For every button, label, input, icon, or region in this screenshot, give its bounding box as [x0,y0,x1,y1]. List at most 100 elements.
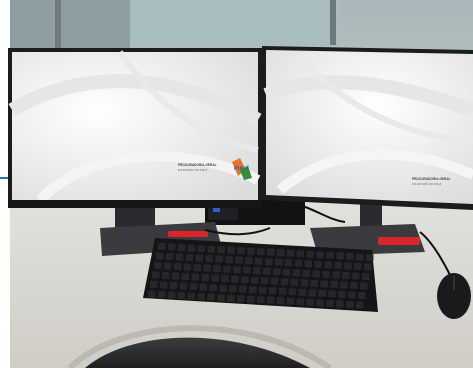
keyboard-key [223,265,231,273]
keyboard-key [209,284,217,292]
keyboard-key [237,247,245,255]
keyboard-key [251,276,259,284]
keyboard-key [288,288,297,296]
keyboard-key [346,301,354,308]
keyboard-key [159,281,168,289]
keyboard-key [199,283,207,291]
keyboard-key [203,264,211,272]
keyboard-key [148,290,156,298]
keyboard-key [213,265,221,273]
keyboard-key [217,294,225,302]
keyboard-key [356,301,364,309]
keyboard-key [225,256,233,264]
left-screen-logo-word: PIAUÍ [234,164,249,172]
keyboard-key [227,246,235,254]
keyboard-key [157,291,166,298]
keyboard-key [342,272,350,279]
keyboard-key [193,264,202,272]
keyboard-key [284,259,293,267]
keyboard-key [150,281,158,288]
keyboard-key [276,297,285,305]
keyboard-key [243,266,251,274]
keyboard-key [237,295,245,303]
keyboard-key [255,257,263,265]
keyboard-key [314,260,322,268]
keyboard-key [259,286,267,294]
keyboard-key [366,254,374,261]
keyboard-key [332,271,340,279]
keyboard-key [211,274,219,282]
keyboard-key [177,244,186,251]
keyboard-key [296,250,305,258]
keyboard-key [326,251,334,259]
keyboard-key [360,282,368,290]
left-screen-title: PROCURADORIA-GERAL [178,163,217,167]
keyboard-key [179,282,188,290]
keyboard-key [261,277,269,285]
keyboard-key [167,291,176,299]
keyboard-key [326,299,334,307]
keyboard-key [229,285,237,293]
keyboard-key [197,245,206,253]
keyboard-key [263,267,271,275]
keyboard-key [167,243,176,251]
keyboard-key [354,263,362,270]
keyboard-key [352,272,360,280]
keyboard-key [306,298,314,306]
keyboard-key [163,262,172,270]
keyboard-key [334,261,342,269]
keyboard-key [161,272,170,279]
keyboard-key [217,246,225,254]
keyboard-key [270,277,279,285]
keyboard-key [316,299,324,307]
keyboard-key [195,254,204,262]
keyboard-key [245,257,253,265]
keyboard-key [235,256,243,264]
keyboard-key [177,292,186,300]
keyboard-key [267,248,275,256]
keyboard-key [156,252,164,260]
keyboard-key [219,284,227,292]
keyboard-key [340,281,348,289]
keyboard-key [241,276,249,284]
keyboard-key [294,259,303,267]
window-mullion [330,0,336,45]
keyboard-key [320,280,328,288]
keyboard-key [336,300,344,308]
keyboard-key [344,262,352,270]
keyboard-key [247,247,255,255]
keyboard-key [310,279,318,287]
keyboard-key [338,291,346,298]
keyboard-key [300,279,309,287]
keyboard-key [183,263,192,271]
keyboard-key [362,273,370,280]
keyboard-key [249,286,257,294]
keyboard-key [197,293,205,301]
keyboard-key [280,278,289,286]
keyboard-key [231,275,239,283]
keyboard-key [356,253,364,261]
keyboard-key [257,296,265,304]
keyboard-key [330,280,338,288]
keyboard-key [205,255,213,263]
keyboard-key [304,260,313,268]
keyboard-key [286,297,295,305]
keyboard-key [154,262,162,269]
keyboard-key [239,285,247,293]
keyboard-key [189,283,198,291]
keyboard-key [274,258,283,266]
keyboard-key [296,298,305,306]
keyboard-key [185,254,194,262]
keyboard-key [215,255,223,263]
keyboard-key [298,288,307,296]
keyboard-key [348,291,356,299]
keyboard-key [173,263,182,270]
keyboard-key [358,292,366,299]
keyboard-key [364,263,372,271]
keyboard-key [308,289,316,297]
keyboard-key [278,287,287,295]
keyboard-key [175,253,184,261]
keyboard-key [336,252,344,260]
keyboard-key [268,287,277,295]
keyboard-key [253,267,261,275]
